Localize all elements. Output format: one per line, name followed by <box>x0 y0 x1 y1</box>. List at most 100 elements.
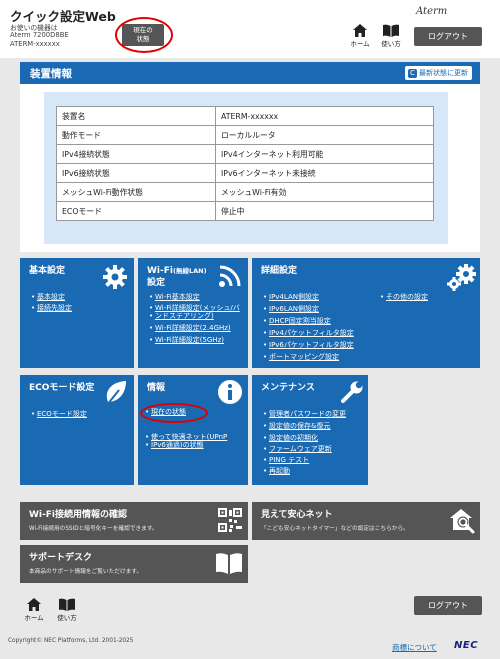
eco-mode-title: ECOモード設定 <box>29 383 95 393</box>
aterm-logo: Aterm <box>416 6 448 17</box>
basic-settings-title: 基本設定 <box>29 266 66 276</box>
advanced-settings-title: 詳細設定 <box>261 266 298 276</box>
device-info-table: 装置名 ATERM-xxxxxx 動作モード ローカルルータ IPv4接続状態 IPv… <box>56 106 434 221</box>
wifi-icon <box>219 265 241 287</box>
link-ping-test[interactable]: PING テスト <box>263 456 309 465</box>
link-basic-settings[interactable]: 基本設定 <box>31 293 65 302</box>
table-key: メッシュWi-Fi動作状態 <box>56 182 216 202</box>
support-desk-tile[interactable]: サポートデスク 本商品のサポート情報をご覧いただけます。 <box>20 545 248 583</box>
support-desk-subtitle: 本商品のサポート情報をご覧いただけます。 <box>29 569 143 575</box>
footer-home-nav[interactable]: ホーム <box>24 598 44 622</box>
wifi-title-line2: 設定 <box>147 278 166 288</box>
help-label: 使い方 <box>381 40 401 48</box>
link-wifi-24ghz[interactable]: Wi-Fi詳細設定(2.4GHz) <box>149 324 231 333</box>
info-icon <box>218 380 242 404</box>
link-upnp-status-cont[interactable]: IPv6通過)の状態 <box>145 441 204 450</box>
gears-icon <box>447 264 476 291</box>
advanced-settings-tile: 詳細設定 IPv4LAN側設定 IPv6LAN側設定 DHCP固定割当設定 IP… <box>252 258 480 368</box>
device-info-box: 装置名 ATERM-xxxxxx 動作モード ローカルルータ IPv4接続状態 IPv… <box>44 92 448 244</box>
help-nav[interactable]: 使い方 <box>380 24 402 48</box>
home-search-icon <box>450 509 475 534</box>
logout-button[interactable]: ログアウト <box>414 27 482 46</box>
gear-icon <box>103 265 127 289</box>
support-desk-title: サポートデスク <box>29 553 93 563</box>
table-value: ATERM-xxxxxx <box>215 106 434 126</box>
table-value: IPv6インターネット未接続 <box>215 163 434 183</box>
table-key: ECOモード <box>56 201 216 221</box>
link-wifi-5ghz[interactable]: Wi-Fi詳細設定(5GHz) <box>149 336 224 345</box>
home-nav[interactable]: ホーム <box>350 24 370 48</box>
refresh-icon: C <box>408 69 417 78</box>
link-reboot[interactable]: 再起動 <box>263 467 290 476</box>
footer-help-nav[interactable]: 使い方 <box>56 598 78 622</box>
device-model: Aterm 7200D8BE <box>10 31 69 39</box>
device-info-panel: 装置情報 C 最新状態に更新 装置名 ATERM-xxxxxx 動作モード ローカルル… <box>20 62 480 252</box>
footer-help-label: 使い方 <box>57 614 77 622</box>
eco-mode-tile: ECOモード設定 ECOモード設定 <box>20 375 134 485</box>
table-key: 装置名 <box>56 106 216 126</box>
wifi-title-main: Wi-Fi <box>147 266 173 276</box>
wifi-info-title: Wi-Fi接続用情報の確認 <box>29 510 127 520</box>
table-row: IPv4接続状態 IPv4インターネット利用可能 <box>56 144 434 164</box>
book-icon <box>216 553 242 574</box>
table-value: IPv4インターネット利用可能 <box>215 144 434 164</box>
basic-settings-tile: 基本設定 基本設定 接続先設定 <box>20 258 134 368</box>
wifi-settings-title: Wi-Fi(無線LAN) 設定 <box>147 265 207 289</box>
table-row: 装置名 ATERM-xxxxxx <box>56 106 434 126</box>
link-ipv4-lan[interactable]: IPv4LAN側設定 <box>263 293 319 302</box>
book-icon <box>383 24 399 37</box>
highlight-circle <box>140 403 208 423</box>
leaf-icon <box>106 381 126 406</box>
table-row: IPv6接続状態 IPv6インターネット未接続 <box>56 163 434 183</box>
link-ipv6-filter[interactable]: IPv6パケットフィルタ設定 <box>263 341 354 350</box>
wrench-icon <box>341 381 363 403</box>
maintenance-tile: メンテナンス 管理者パスワードの変更 設定値の保存&復元 設定値の初期化 ファー… <box>252 375 368 485</box>
home-icon <box>353 24 367 37</box>
link-eco-mode[interactable]: ECOモード設定 <box>31 410 87 419</box>
link-other-settings[interactable]: その他の設定 <box>380 293 428 302</box>
book-icon <box>59 598 75 611</box>
copyright: Copyright© NEC Platforms, Ltd. 2001-2025 <box>8 638 134 644</box>
link-factory-reset[interactable]: 設定値の初期化 <box>263 434 318 443</box>
link-connection-settings[interactable]: 接続先設定 <box>31 304 72 313</box>
nec-logo: NEC <box>454 640 479 651</box>
refresh-label: 最新状態に更新 <box>419 69 468 77</box>
device-info-title: 装置情報 <box>30 68 72 80</box>
link-firmware-update[interactable]: ファームウェア更新 <box>263 445 332 454</box>
link-port-mapping[interactable]: ポートマッピング設定 <box>263 353 339 362</box>
wifi-info-subtitle: Wi-Fi接続用のSSIDと暗号化キーを確認できます。 <box>29 526 158 532</box>
link-ipv4-filter[interactable]: IPv4パケットフィルタ設定 <box>263 329 354 338</box>
table-value: 停止中 <box>215 201 434 221</box>
link-save-restore[interactable]: 設定値の保存&復元 <box>263 422 331 431</box>
table-value: メッシュWi-Fi有効 <box>215 182 434 202</box>
maintenance-title: メンテナンス <box>261 383 315 393</box>
info-tile: 情報 現在の状態 使って快適ネット(UPnP IPv6通過)の状態 <box>138 375 248 485</box>
table-row: ECOモード 停止中 <box>56 201 434 221</box>
table-value: ローカルルータ <box>215 125 434 145</box>
link-dhcp[interactable]: DHCP固定割当設定 <box>263 317 331 326</box>
table-row: メッシュWi-Fi動作状態 メッシュWi-Fi有効 <box>56 182 434 202</box>
safe-net-subtitle: 「こども安心ネットタイマー」などの設定はこちらから。 <box>261 526 409 532</box>
table-key: 動作モード <box>56 125 216 145</box>
link-wifi-basic[interactable]: Wi-Fi基本設定 <box>149 293 200 302</box>
home-icon <box>27 598 41 611</box>
link-ipv6-lan[interactable]: IPv6LAN側設定 <box>263 305 319 314</box>
home-label: ホーム <box>350 40 370 48</box>
trademark-link[interactable]: 商標について <box>392 642 437 653</box>
device-info-header: 装置情報 C 最新状態に更新 <box>20 62 480 84</box>
link-admin-password[interactable]: 管理者パスワードの変更 <box>263 410 346 419</box>
table-key: IPv4接続状態 <box>56 144 216 164</box>
link-wifi-mesh-cont[interactable]: ンドステアリング) <box>149 312 214 321</box>
safe-net-title: 見えて安心ネット <box>261 510 333 520</box>
device-name: ATERM-xxxxxx <box>10 40 60 48</box>
footer-logout-button[interactable]: ログアウト <box>414 596 482 615</box>
table-row: 動作モード ローカルルータ <box>56 125 434 145</box>
info-title: 情報 <box>147 383 166 393</box>
qr-code-icon <box>218 508 242 532</box>
wifi-settings-tile: Wi-Fi(無線LAN)設定 Wi-Fi基本設定 Wi-Fi詳細設定(メッシュ/… <box>138 258 248 368</box>
wifi-title-paren: (無線LAN) <box>172 267 207 275</box>
footer-home-label: ホーム <box>24 614 44 622</box>
refresh-button[interactable]: C 最新状態に更新 <box>405 66 472 80</box>
wifi-info-tile[interactable]: Wi-Fi接続用情報の確認 Wi-Fi接続用のSSIDと暗号化キーを確認できます… <box>20 502 248 540</box>
safe-net-tile[interactable]: 見えて安心ネット 「こども安心ネットタイマー」などの設定はこちらから。 <box>252 502 480 540</box>
